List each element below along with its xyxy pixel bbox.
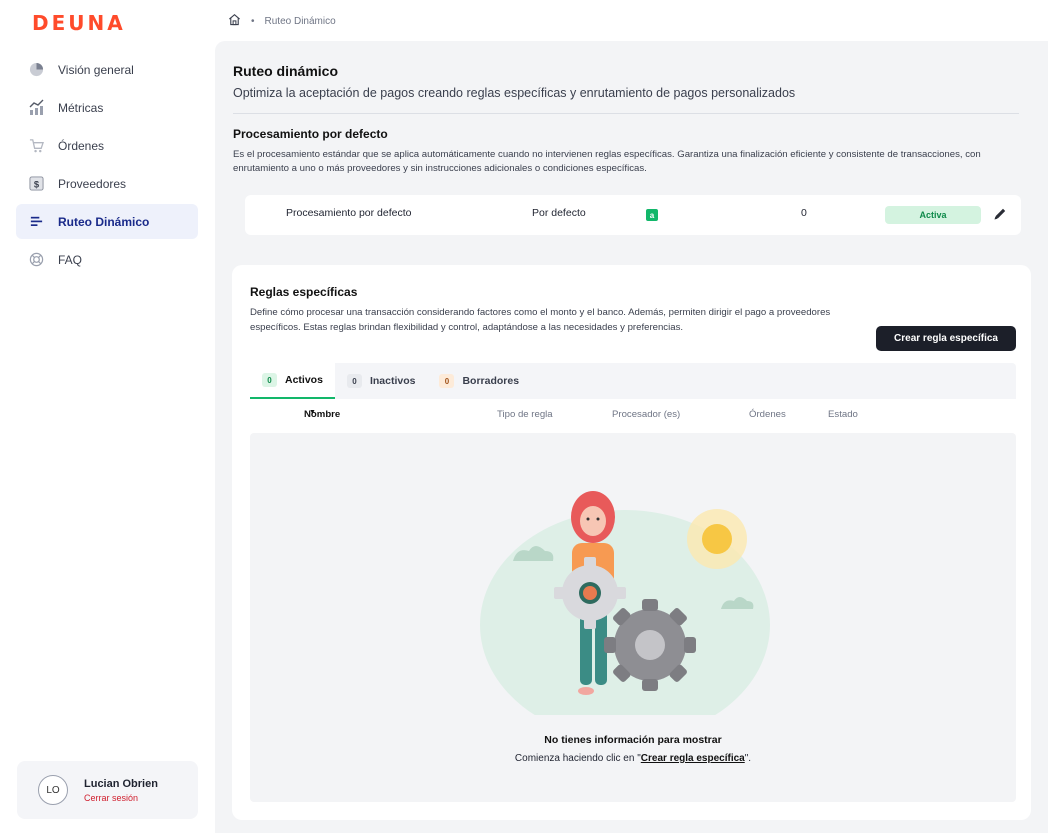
tab-activos[interactable]: 0 Activos [250, 363, 335, 399]
breadcrumb: • Ruteo Dinámico [228, 13, 336, 29]
svg-text:$: $ [34, 179, 40, 189]
sidebar: DEUNA Visión general Métricas Órdenes $ … [0, 0, 213, 833]
sidebar-nav: Visión general Métricas Órdenes $ Provee… [16, 52, 198, 280]
empty-state-suffix: ". [744, 753, 752, 764]
breadcrumb-separator: • [251, 15, 255, 27]
page-title: Ruteo dinámico [233, 63, 339, 79]
default-processing-description: Es el procesamiento estándar que se apli… [233, 149, 981, 174]
sidebar-item-label: Órdenes [58, 138, 105, 153]
tab-count: 0 [262, 373, 277, 387]
tab-label: Inactivos [369, 375, 416, 387]
empty-state: No tienes información para mostrar Comie… [250, 433, 1016, 802]
column-header-rule-type: Tipo de regla [497, 409, 553, 420]
empty-state-prefix: Comienza haciendo clic en [514, 753, 638, 764]
tab-inactivos[interactable]: 0 Inactivos [335, 363, 428, 399]
default-row-type: Por defecto [532, 207, 586, 219]
column-header-status: Estado [828, 409, 858, 420]
sidebar-item-proveedores[interactable]: $ Proveedores [16, 166, 198, 201]
deuna-logo[interactable]: DEUNA [32, 11, 126, 35]
sidebar-item-label: Ruteo Dinámico [58, 214, 150, 229]
avatar[interactable]: LO [38, 775, 68, 805]
empty-state-text: Comienza haciendo clic en "Crear regla e… [250, 753, 1016, 764]
routing-icon [28, 213, 45, 230]
sidebar-item-faq[interactable]: FAQ [16, 242, 198, 277]
sidebar-item-label: Métricas [58, 100, 104, 115]
home-icon[interactable] [228, 13, 241, 29]
empty-state-title: No tienes información para mostrar [544, 734, 722, 746]
column-header-processors: Procesador (es) [612, 409, 681, 420]
logout-link[interactable]: Cerrar sesión [84, 793, 158, 803]
sidebar-item-label: FAQ [58, 252, 83, 267]
default-row-name: Procesamiento por defecto [286, 207, 412, 219]
status-badge: Activa [885, 206, 981, 224]
user-name: Lucian Obrien [84, 777, 158, 790]
sidebar-item-ordenes[interactable]: Órdenes [16, 128, 198, 163]
sort-down-icon: ▼ [309, 409, 316, 416]
sidebar-item-vision-general[interactable]: Visión general [16, 52, 198, 87]
tab-label: Borradores [462, 375, 520, 387]
user-card: LO Lucian Obrien Cerrar sesión [17, 761, 198, 819]
column-header-orders: Órdenes [749, 409, 786, 420]
table-header: Nombre ▼ Tipo de regla Procesador (es) Ó… [250, 409, 1016, 425]
tab-label: Activos [285, 374, 323, 386]
tab-count: 0 [439, 374, 455, 388]
create-rule-button[interactable]: Crear regla específica [876, 326, 1016, 351]
divider [233, 113, 1019, 114]
rules-description: Define cómo procesar una transacción con… [250, 307, 831, 333]
breadcrumb-current: Ruteo Dinámico [264, 15, 336, 27]
lifebuoy-icon [28, 251, 45, 268]
empty-state-illustration [480, 491, 770, 715]
sidebar-item-metricas[interactable]: Métricas [16, 90, 198, 125]
sidebar-item-label: Visión general [58, 62, 134, 77]
cart-icon [28, 137, 45, 154]
sidebar-item-label: Proveedores [58, 176, 127, 191]
pie-chart-icon [28, 61, 45, 78]
tab-count: 0 [346, 374, 362, 388]
page-subtitle: Optimiza la aceptación de pagos creando … [233, 86, 796, 100]
bar-chart-icon [28, 99, 45, 116]
default-row-orders: 0 [801, 207, 807, 219]
rules-title: Reglas específicas [250, 285, 358, 299]
sidebar-item-ruteo-dinamico[interactable]: Ruteo Dinámico [16, 204, 198, 239]
default-processing-row: Procesamiento por defecto Por defecto a … [245, 195, 1021, 235]
rules-tabs: 0 Activos 0 Inactivos 0 Borradores [250, 363, 1016, 399]
rules-card: Reglas específicas Define cómo procesar … [232, 265, 1031, 820]
tab-borradores[interactable]: 0 Borradores [427, 363, 531, 399]
processor-logo-icon: a [646, 209, 658, 221]
default-processing-title: Procesamiento por defecto [233, 127, 388, 141]
edit-icon[interactable] [992, 206, 1010, 224]
create-rule-link[interactable]: Crear regla específica [641, 753, 745, 764]
main-content: Ruteo dinámico Optimiza la aceptación de… [215, 41, 1048, 833]
dollar-icon: $ [28, 175, 45, 192]
